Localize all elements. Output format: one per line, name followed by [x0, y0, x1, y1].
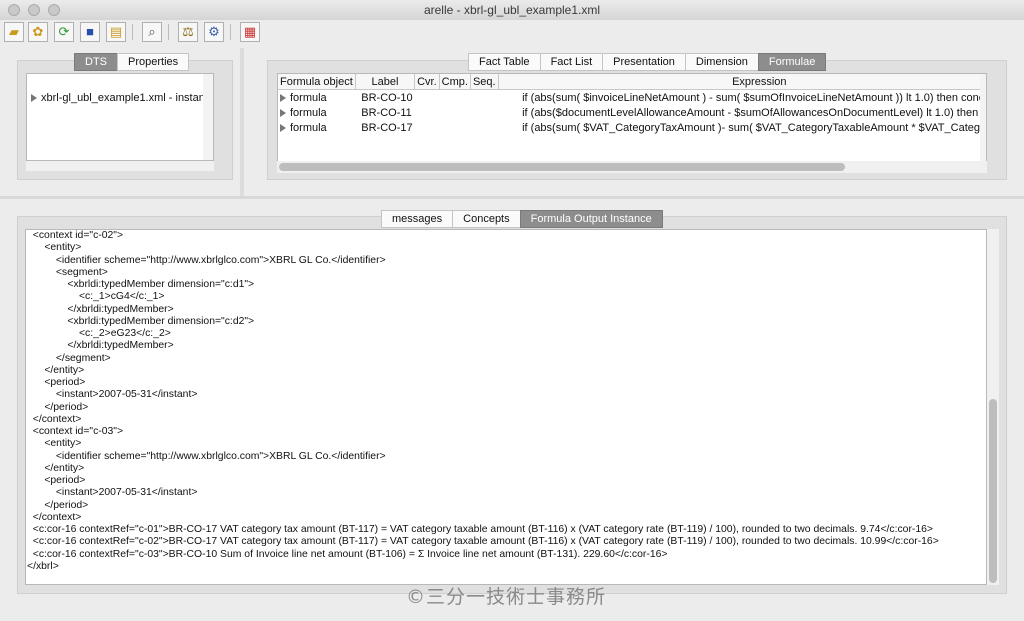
reload-icon[interactable]: ⟳ [54, 22, 74, 42]
column-header-cmp[interactable]: Cmp. [439, 74, 471, 90]
tab-formula-output-instance[interactable]: Formula Output Instance [519, 210, 663, 228]
xml-line: </xbrldi:typedMember> [27, 340, 174, 352]
column-header-cvr[interactable]: Cvr. [414, 74, 440, 90]
expression-cell: if (abs(sum( $VAT_CategoryTaxAmount )- s… [522, 121, 987, 134]
toolbar-separator [230, 24, 231, 40]
table-row[interactable]: formula BR-CO-11 if (abs($documentLevelA… [278, 105, 987, 120]
compare-icon[interactable]: ⚙ [204, 22, 224, 42]
horizontal-splitter[interactable] [0, 196, 1024, 199]
formula-icon[interactable]: ▦ [240, 22, 260, 42]
tree-item-label: xbrl-gl_ubl_example1.xml - instance [41, 92, 214, 104]
xml-line: <xbrldi:typedMember dimension="c:d2"> [27, 315, 255, 327]
expand-arrow-icon[interactable] [280, 108, 286, 117]
horizontal-scrollbar[interactable] [26, 161, 214, 171]
xml-line: </entity> [27, 462, 85, 474]
tab-formulae[interactable]: Formulae [757, 53, 827, 71]
xml-line: <instant>2007-05-31</instant> [27, 389, 198, 401]
tab-fact-table[interactable]: Fact Table [468, 53, 540, 71]
open-web-icon[interactable]: ✿ [28, 22, 48, 42]
left-tab-bar: DTS Properties [74, 53, 190, 71]
xml-line: <period> [27, 475, 86, 486]
save-icon[interactable]: ■ [80, 22, 100, 42]
xml-line: <c:cor-16 contextRef="c-02">BR-CO-17 VAT… [27, 536, 939, 548]
label-cell: BR-CO-11 [361, 106, 412, 119]
xml-line: </period> [27, 401, 89, 413]
column-header-seq[interactable]: Seq. [470, 74, 499, 90]
column-header-expression[interactable]: Expression [498, 74, 986, 90]
table-row[interactable]: formula BR-CO-10 if (abs(sum( $invoiceLi… [278, 90, 987, 106]
xml-line: </entity> [27, 364, 85, 376]
bottom-tab-bar: messages Concepts Formula Output Instanc… [381, 210, 663, 228]
scrollbar-thumb[interactable] [989, 399, 997, 583]
right-tab-bar: Fact Table Fact List Presentation Dimens… [468, 53, 827, 71]
horizontal-scrollbar[interactable] [277, 161, 987, 173]
xml-line: <c:_1>cG4</c:_1> [27, 291, 165, 303]
save-as-icon[interactable]: ▤ [106, 22, 126, 42]
xml-line: <c:cor-16 contextRef="c-01">BR-CO-17 VAT… [27, 524, 934, 535]
tab-presentation[interactable]: Presentation [602, 53, 685, 71]
tab-dts[interactable]: DTS [74, 53, 117, 71]
tab-messages[interactable]: messages [381, 210, 453, 228]
xml-line: <context id="c-02"> [27, 230, 124, 241]
label-cell: BR-CO-10 [361, 91, 413, 104]
xml-line: </xbrl> [27, 560, 59, 572]
tab-properties[interactable]: Properties [117, 53, 190, 71]
xml-line: <context id="c-03"> [27, 426, 124, 437]
expand-arrow-icon[interactable] [31, 94, 37, 103]
toolbar-separator [132, 24, 133, 40]
xml-line: </xbrldi:typedMember> [27, 303, 174, 315]
xml-line: <period> [27, 377, 86, 388]
expression-cell: if (abs(sum( $invoiceLineNetAmount ) - s… [522, 91, 987, 104]
toolbar-separator [168, 24, 169, 40]
xml-line: <entity> [27, 438, 82, 450]
vertical-scrollbar[interactable] [987, 229, 999, 585]
scrollbar-thumb[interactable] [279, 163, 845, 171]
xml-line: </period> [27, 499, 89, 511]
vertical-scrollbar[interactable] [980, 74, 986, 172]
open-folder-icon[interactable]: ▰ [4, 22, 24, 42]
vertical-splitter[interactable] [240, 48, 244, 198]
vertical-scrollbar[interactable] [203, 74, 213, 160]
xml-line: </context> [27, 413, 82, 425]
column-header-formula-object[interactable]: Formula object [278, 74, 356, 90]
xml-line: <identifier scheme="http://www.xbrlglco.… [27, 254, 386, 266]
xml-line: </context> [27, 511, 82, 523]
xml-line: <c:cor-16 contextRef="c-03">BR-CO-10 Sum… [27, 548, 668, 560]
label-cell: BR-CO-17 [361, 121, 413, 134]
xml-line: </segment> [27, 352, 111, 364]
toolbar: ▰ ✿ ⟳ ■ ▤ ⌕ ⚖ ⚙ ▦ [0, 20, 1024, 44]
tab-concepts[interactable]: Concepts [452, 210, 520, 228]
dts-tree: xbrl-gl_ubl_example1.xml - instance [26, 73, 214, 161]
title-bar: arelle - xbrl-gl_ubl_example1.xml [0, 0, 1024, 21]
window-title: arelle - xbrl-gl_ubl_example1.xml [423, 3, 601, 17]
find-icon[interactable]: ⌕ [142, 22, 162, 42]
formula-object-cell: formula [278, 105, 355, 120]
formulae-table: Formula object Label Cvr. Cmp. Seq. Expr… [277, 73, 987, 173]
xml-line: <entity> [27, 242, 82, 254]
formula-object-cell: formula [278, 120, 355, 135]
xml-line: <instant>2007-05-31</instant> [27, 487, 198, 499]
tree-item-instance[interactable]: xbrl-gl_ubl_example1.xml - instance [31, 92, 214, 104]
expand-arrow-icon[interactable] [280, 123, 286, 132]
formula-object-cell: formula [278, 90, 355, 106]
formula-table: Formula object Label Cvr. Cmp. Seq. Expr… [278, 74, 987, 135]
xml-line: <c:_2>eG23</c:_2> [27, 328, 171, 339]
column-header-label[interactable]: Label [355, 74, 416, 90]
expand-arrow-icon[interactable] [280, 93, 286, 102]
tab-dimension[interactable]: Dimension [684, 53, 758, 71]
xml-output-view[interactable]: <context id="c-02"> <entity> <identifier… [25, 229, 987, 585]
table-header-row: Formula object Label Cvr. Cmp. Seq. Expr… [278, 74, 986, 90]
tab-fact-list[interactable]: Fact List [539, 53, 603, 71]
xml-line: <identifier scheme="http://www.xbrlglco.… [27, 450, 386, 462]
table-row[interactable]: formula BR-CO-17 if (abs(sum( $VAT_Categ… [278, 120, 987, 135]
validate-icon[interactable]: ⚖ [178, 22, 198, 42]
xml-text: <context id="c-02"> <entity> <identifier… [27, 230, 939, 573]
expression-cell: if (abs($documentLevelAllowanceAmount - … [522, 106, 987, 119]
xml-line: <xbrldi:typedMember dimension="c:d1"> [27, 279, 255, 290]
xml-line: <segment> [27, 266, 108, 278]
watermark: ©三分一技術士事務所 [406, 586, 607, 608]
